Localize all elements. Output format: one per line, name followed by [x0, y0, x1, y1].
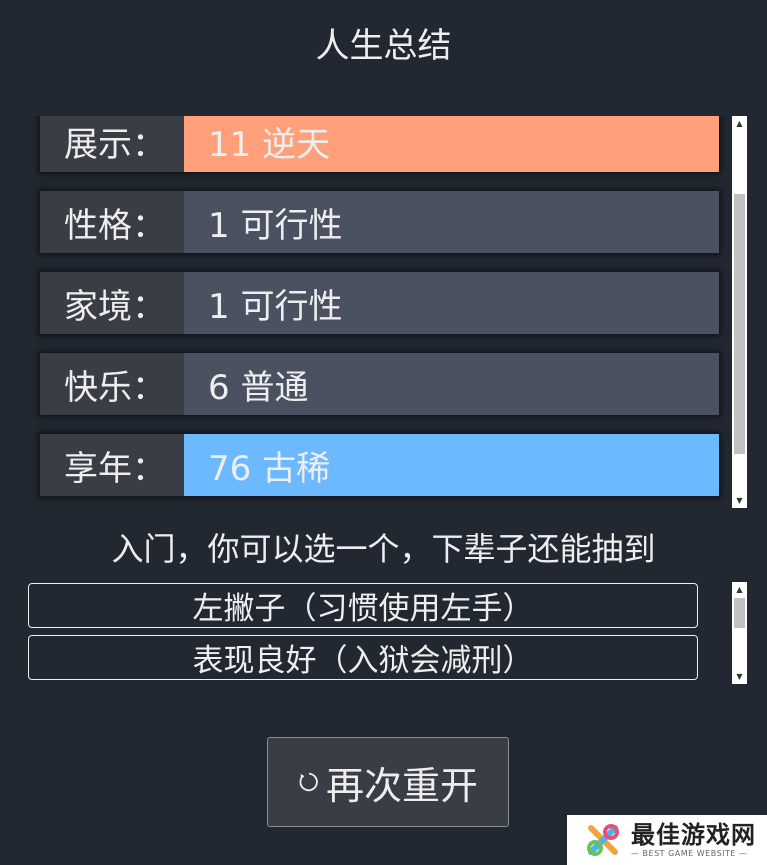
summary-label: 展示： — [64, 124, 166, 165]
site-name: 最佳游戏网 — [631, 821, 756, 849]
scroll-down-arrow-icon[interactable]: ▼ — [732, 669, 747, 684]
summary-row-personality: 性格： 1 可行性 — [40, 191, 719, 253]
scroll-up-arrow-icon[interactable]: ▲ — [732, 582, 747, 597]
summary-label: 性格： — [64, 205, 166, 246]
summary-scrollbar[interactable]: ▲ ▼ — [732, 116, 747, 508]
summary-value: 11 逆天 — [184, 116, 719, 172]
site-tagline: — BEST GAME WEBSITE — — [631, 849, 748, 858]
summary-value: 76 古稀 — [184, 434, 719, 496]
restart-icon — [299, 772, 318, 792]
scrollbar-thumb[interactable] — [734, 598, 745, 628]
scroll-up-arrow-icon[interactable]: ▲ — [732, 116, 747, 131]
site-watermark: 最佳游戏网 — BEST GAME WEBSITE — — [567, 815, 767, 865]
talent-option[interactable]: 表现良好（入狱会减刑） — [28, 635, 698, 680]
talent-list: 左撇子（习惯使用左手） 表现良好（入狱会减刑） — [28, 583, 698, 687]
talent-hint: 入门，你可以选一个，下辈子还能抽到 — [111, 530, 656, 568]
summary-row-lifespan: 享年： 76 古稀 — [40, 434, 719, 496]
scroll-down-arrow-icon[interactable]: ▼ — [732, 493, 747, 508]
summary-label: 快乐： — [64, 367, 166, 408]
summary-panel[interactable]: 展示： 11 逆天 性格： 1 可行性 家境： 1 可行性 快乐： 6 普通 享… — [0, 116, 767, 508]
summary-row-family: 家境： 1 可行性 — [40, 272, 719, 334]
site-logo-icon — [587, 824, 619, 856]
scrollbar-thumb[interactable] — [734, 194, 745, 454]
summary-label: 家境： — [64, 286, 166, 327]
page-title: 人生总结 — [315, 26, 452, 66]
restart-label: 再次重开 — [325, 763, 478, 808]
summary-row-happiness: 快乐： 6 普通 — [40, 353, 719, 415]
talent-scrollbar[interactable]: ▲ ▼ — [732, 582, 747, 684]
summary-value: 1 可行性 — [184, 191, 719, 253]
summary-row-appearance: 展示： 11 逆天 — [40, 116, 719, 172]
talent-option[interactable]: 左撇子（习惯使用左手） — [28, 583, 698, 628]
summary-value: 6 普通 — [184, 353, 719, 415]
summary-label: 享年： — [64, 448, 166, 489]
restart-button[interactable]: 再次重开 — [267, 737, 509, 827]
summary-value: 1 可行性 — [184, 272, 719, 334]
